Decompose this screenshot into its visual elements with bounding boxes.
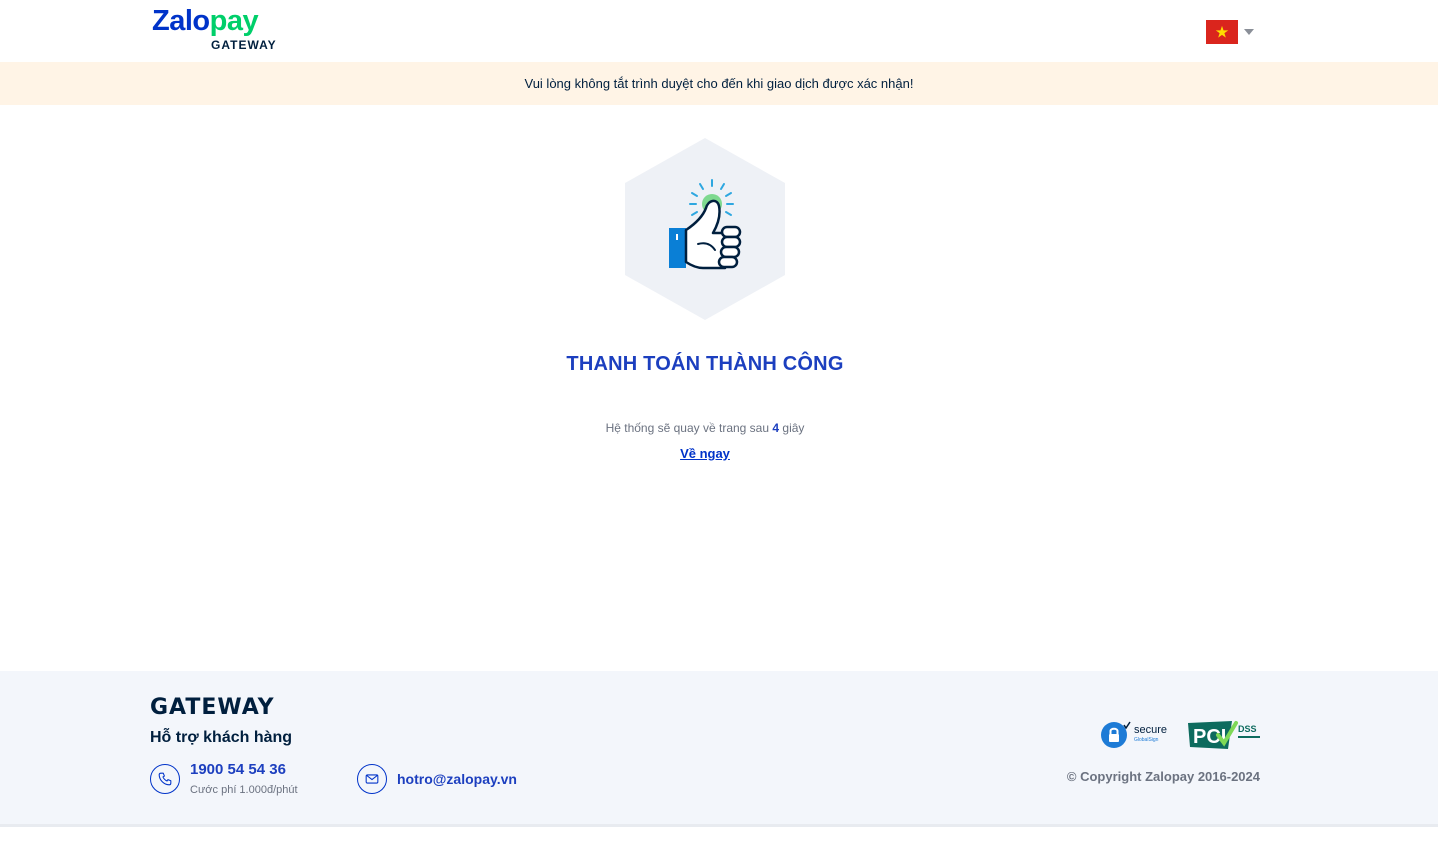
support-email[interactable]: hotro@zalopay.vn	[397, 771, 517, 787]
payment-success-title: THANH TOÁN THÀNH CÔNG	[566, 353, 844, 375]
svg-text:secure: secure	[1134, 724, 1167, 736]
redirect-prefix: Hệ thống sẽ quay về trang sau	[605, 421, 770, 435]
globalsign-secure-badge: secure GlobalSign	[1101, 721, 1167, 748]
footer-bottom-divider	[0, 824, 1438, 827]
language-selector[interactable]	[1206, 20, 1256, 44]
pci-dss-badge: PCI DSS	[1188, 721, 1260, 749]
zalopay-gateway-logo[interactable]: Zalopay GATEWAY	[152, 4, 292, 54]
support-phone-number[interactable]: 1900 54 54 36	[190, 761, 286, 778]
logo-wordmark: Zalopay	[152, 5, 259, 37]
mail-icon[interactable]	[357, 764, 387, 794]
logo-gateway-label: GATEWAY	[211, 38, 277, 52]
banner-text: Vui lòng không tắt trình duyệt cho đến k…	[524, 76, 914, 91]
support-title: Hỗ trợ khách hàng	[150, 729, 293, 746]
redirect-suffix: giây	[782, 421, 805, 435]
back-now-link[interactable]: Về ngay	[680, 446, 730, 461]
vietnam-flag-icon	[1206, 20, 1238, 44]
copyright-text: © Copyright Zalopay 2016-2024	[1066, 769, 1260, 784]
phone-fee-note: Cước phí 1.000đ/phút	[190, 784, 298, 796]
phone-icon[interactable]	[150, 764, 180, 794]
redirect-message: Hệ thống sẽ quay về trang sau 4 giây	[0, 421, 1410, 435]
back-link-wrapper: Về ngay	[0, 445, 1410, 463]
header: Zalopay GATEWAY	[0, 0, 1438, 62]
footer: GATEWAY Hỗ trợ khách hàng 1900 54 54 36 …	[0, 671, 1438, 824]
svg-text:GlobalSign: GlobalSign	[1134, 737, 1159, 743]
redirect-countdown: 4	[772, 421, 780, 435]
warning-banner: Vui lòng không tắt trình duyệt cho đến k…	[0, 62, 1438, 105]
footer-gateway-logo: GATEWAY	[150, 695, 275, 720]
thumbs-up-icon	[625, 138, 785, 320]
svg-text:DSS: DSS	[1238, 724, 1257, 734]
caret-down-icon	[1244, 29, 1254, 35]
